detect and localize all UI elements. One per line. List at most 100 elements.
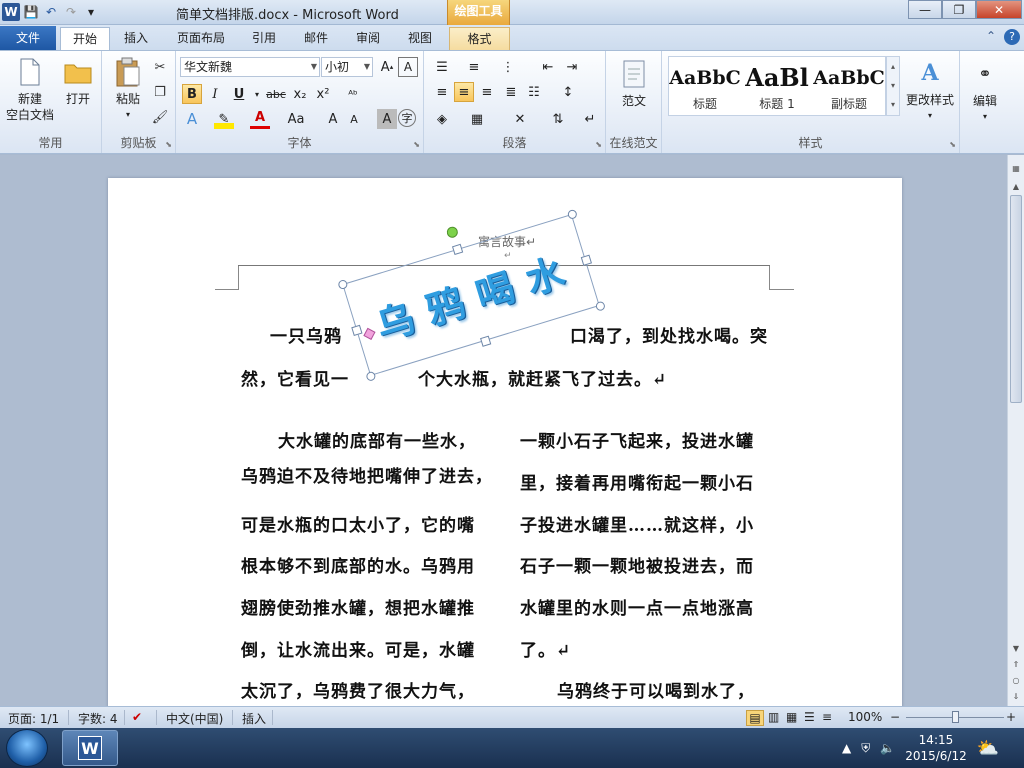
resize-handle[interactable] xyxy=(594,300,607,312)
col2-line[interactable]: 乌鸦终于可以喝到水了， xyxy=(557,677,755,702)
font-name-combo[interactable]: 华文新魏 ▼ xyxy=(180,57,320,77)
zoom-out-icon[interactable]: − xyxy=(890,710,900,724)
chevron-down-icon[interactable]: ▼ xyxy=(311,58,317,76)
scroll-down-icon[interactable]: ▼ xyxy=(1008,641,1024,657)
minimize-ribbon-icon[interactable]: ⌃ xyxy=(986,29,996,45)
zoom-slider-knob[interactable] xyxy=(952,711,959,723)
dialog-launcher-icon[interactable]: ⬊ xyxy=(595,140,602,149)
resize-handle[interactable] xyxy=(365,370,377,382)
underline-button[interactable]: U xyxy=(229,84,249,104)
enclose-char-icon[interactable]: 字 xyxy=(398,109,416,127)
format-painter-icon[interactable]: 🖌 xyxy=(150,107,170,127)
print-layout-icon[interactable]: ▤ xyxy=(746,710,764,726)
highlight-icon[interactable]: ✎ xyxy=(214,109,234,129)
col2-line[interactable]: 水罐里的水则一点一点地涨高 xyxy=(520,594,754,619)
resize-handle[interactable] xyxy=(451,243,464,256)
col1-line[interactable]: 大水罐的底部有一些水， xyxy=(278,427,476,452)
resize-handle[interactable] xyxy=(566,208,578,220)
word-count[interactable]: 字数: 4 xyxy=(78,710,118,727)
font-color-icon[interactable]: A xyxy=(250,109,270,129)
align-right-icon[interactable]: ≡ xyxy=(477,82,497,102)
document-page[interactable]: 寓言故事↵ ↵ 一只乌鸦 口渴了，到处找水喝。突 然，它看见一 个大水瓶，就赶紧… xyxy=(108,178,902,708)
full-screen-reading-icon[interactable]: ▥ xyxy=(768,710,779,724)
show-hidden-icons-icon[interactable]: ▲ xyxy=(842,741,851,755)
wordart-shape[interactable]: 乌鸦喝水 xyxy=(337,208,607,382)
col1-line[interactable]: 翅膀使劲推水罐，想把水罐推 xyxy=(241,594,475,619)
tab-insert[interactable]: 插入 xyxy=(118,27,154,50)
tab-references[interactable]: 引用 xyxy=(246,27,282,50)
copy-icon[interactable]: ❐ xyxy=(150,82,170,102)
close-button[interactable]: ✕ xyxy=(976,0,1022,19)
taskbar-word-button[interactable]: W xyxy=(62,730,118,766)
scroll-thumb[interactable] xyxy=(1010,195,1022,403)
text-effects-icon[interactable]: A xyxy=(182,109,202,129)
styles-gallery-scroll[interactable]: ▴ ▾ ▾ xyxy=(886,56,900,116)
grow-font-icon[interactable]: A ▴ xyxy=(377,57,397,77)
align-left-icon[interactable]: ≡ xyxy=(432,82,452,102)
shield-icon[interactable]: ⛨ xyxy=(861,741,870,756)
volume-icon[interactable]: 🔈 xyxy=(880,741,895,755)
tab-format[interactable]: 格式 xyxy=(449,27,510,50)
grow-font-button[interactable]: A xyxy=(323,109,343,129)
style-title[interactable]: AaBbC 标题 xyxy=(669,57,741,115)
change-case-button[interactable]: Aa xyxy=(284,109,308,129)
body-line[interactable]: 个大水瓶，就赶紧飞了过去。↵ xyxy=(418,365,667,390)
proofing-icon[interactable]: ✔ xyxy=(132,710,142,724)
show-marks-icon[interactable]: ↵ xyxy=(580,109,600,129)
subscript-button[interactable]: x₂ xyxy=(290,84,310,104)
tab-page-layout[interactable]: 页面布局 xyxy=(170,27,232,50)
redo-icon[interactable]: ↷ xyxy=(62,3,80,21)
change-styles-button[interactable]: A 更改样式 ▾ xyxy=(902,58,958,124)
resize-handle[interactable] xyxy=(351,324,363,337)
insert-mode[interactable]: 插入 xyxy=(242,710,266,727)
bullets-icon[interactable]: ☰ xyxy=(432,57,452,77)
zoom-level[interactable]: 100% xyxy=(848,710,882,724)
paste-dropdown-icon[interactable]: ▾ xyxy=(108,107,148,123)
minimize-button[interactable]: — xyxy=(908,0,942,19)
undo-icon[interactable]: ↶ xyxy=(42,3,60,21)
clock[interactable]: 14:15 2015/6/12 xyxy=(905,732,967,764)
distributed-icon[interactable]: ☷ xyxy=(524,82,544,102)
page-count[interactable]: 页面: 1/1 xyxy=(8,710,59,727)
wordart-text[interactable]: 乌鸦喝水 xyxy=(368,237,583,350)
tab-home[interactable]: 开始 xyxy=(60,27,110,50)
increase-indent-icon[interactable]: ⇥ xyxy=(562,57,582,77)
prev-page-icon[interactable]: ⇑ xyxy=(1008,657,1024,673)
multilevel-list-icon[interactable]: ⋮ xyxy=(498,57,518,77)
restore-button[interactable]: ❐ xyxy=(942,0,976,19)
vertical-scrollbar[interactable]: ▦ ▲ ▼ ⇑ ○ ⇓ xyxy=(1007,155,1024,706)
cut-icon[interactable]: ✂ xyxy=(150,57,170,77)
tab-view[interactable]: 视图 xyxy=(402,27,438,50)
start-button[interactable] xyxy=(6,729,48,767)
save-icon[interactable]: 💾 xyxy=(22,3,40,21)
change-case-icon[interactable]: ᴬᵇ xyxy=(343,84,363,104)
col2-line[interactable]: 子投进水罐里……就这样，小 xyxy=(520,511,754,536)
open-button[interactable]: 打开 xyxy=(60,57,96,107)
strikethrough-button[interactable]: abc xyxy=(264,84,288,104)
adjust-handle[interactable] xyxy=(363,327,376,340)
col2-line[interactable]: 里，接着再用嘴衔起一颗小石 xyxy=(520,469,754,494)
borders-icon[interactable]: ▦ xyxy=(467,109,487,129)
align-center-icon[interactable]: ≡ xyxy=(454,82,474,102)
chevron-down-icon[interactable]: ▾ xyxy=(964,109,1006,125)
col2-line[interactable]: 一颗小石子飞起来，投进水罐 xyxy=(520,427,754,452)
col1-line[interactable]: 太沉了，乌鸦费了很大力气， xyxy=(241,677,475,702)
col1-line[interactable]: 可是水瓶的口太小了，它的嘴 xyxy=(241,511,475,536)
shrink-font-button[interactable]: A xyxy=(344,109,364,129)
new-blank-doc-button[interactable]: 新建 空白文档 xyxy=(4,57,56,123)
dialog-launcher-icon[interactable]: ⬊ xyxy=(413,140,420,149)
body-line[interactable]: 口渴了，到处找水喝。突 xyxy=(570,322,768,347)
paste-button[interactable]: 粘贴 ▾ xyxy=(108,57,148,123)
web-layout-icon[interactable]: ▦ xyxy=(786,710,797,724)
char-shading-button[interactable]: A xyxy=(377,109,397,129)
weather-icon[interactable]: ⛅ xyxy=(977,738,999,759)
shading-icon[interactable]: ◈ xyxy=(432,109,452,129)
tab-review[interactable]: 审阅 xyxy=(350,27,386,50)
scroll-up-icon[interactable]: ▲ xyxy=(1008,179,1024,195)
resize-handle[interactable] xyxy=(480,335,492,347)
word-logo-icon[interactable]: W xyxy=(2,3,20,21)
col2-line[interactable]: 了。↵ xyxy=(520,636,571,661)
tab-mailings[interactable]: 邮件 xyxy=(298,27,334,50)
next-page-icon[interactable]: ⇓ xyxy=(1008,689,1024,705)
zoom-in-icon[interactable]: + xyxy=(1006,710,1016,724)
